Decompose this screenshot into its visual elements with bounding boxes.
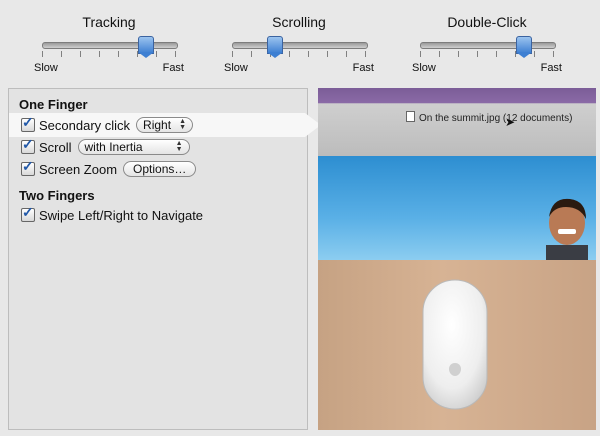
double-click-label: Double-Click bbox=[447, 14, 527, 30]
swipe-checkbox[interactable]: ✓ bbox=[21, 204, 35, 222]
scroll-value: with Inertia bbox=[84, 140, 143, 154]
slider-track[interactable] bbox=[232, 42, 368, 49]
screen-zoom-checkbox[interactable]: ✓ bbox=[21, 158, 35, 176]
person-photo bbox=[546, 198, 588, 261]
slider-track[interactable] bbox=[42, 42, 178, 49]
scrolling-label: Scrolling bbox=[272, 14, 326, 30]
checkmark-icon: ✓ bbox=[22, 114, 34, 130]
secondary-click-popup[interactable]: Right ▲ ▼ bbox=[136, 117, 193, 133]
swipe-row[interactable]: ✓ Swipe Left/Right to Navigate bbox=[21, 204, 204, 225]
double-click-slider[interactable]: Double-Click Slow Fast bbox=[412, 0, 562, 80]
scroll-label: Scroll bbox=[39, 139, 72, 155]
checkmark-icon: ✓ bbox=[22, 204, 34, 220]
document-title-text: On the summit.jpg (12 documents) bbox=[419, 113, 573, 124]
preview-window-titlebar: On the summit.jpg (12 documents) ➤ bbox=[318, 88, 596, 156]
secondary-click-checkbox[interactable]: ✓ bbox=[21, 114, 35, 132]
scrolling-slider[interactable]: Scrolling Slow Fast bbox=[224, 0, 374, 80]
tracking-label: Tracking bbox=[82, 14, 136, 30]
slider-min-label: Slow bbox=[34, 62, 58, 74]
tracking-slider[interactable]: Tracking Slow Fast bbox=[34, 0, 184, 80]
slider-max-label: Fast bbox=[540, 62, 562, 74]
scroll-row[interactable]: ✓ Scroll with Inertia ▲ ▼ bbox=[21, 136, 190, 157]
slider-ticks bbox=[42, 51, 178, 57]
secondary-click-label: Secondary click bbox=[39, 117, 131, 133]
magic-mouse-icon bbox=[422, 279, 488, 410]
secondary-click-value: Right bbox=[143, 118, 172, 132]
secondary-click-row[interactable]: ✓ Secondary click Right ▲ ▼ bbox=[21, 114, 193, 135]
slider-max-label: Fast bbox=[352, 62, 374, 74]
slider-max-label: Fast bbox=[162, 62, 184, 74]
cursor-icon: ➤ bbox=[505, 115, 516, 129]
slider-ticks bbox=[232, 51, 368, 57]
checkmark-icon: ✓ bbox=[22, 158, 34, 174]
popup-arrows-icon: ▲ ▼ bbox=[179, 118, 186, 131]
one-finger-heading: One Finger bbox=[19, 97, 88, 112]
slider-thumb[interactable] bbox=[516, 36, 532, 58]
slider-thumb[interactable] bbox=[267, 36, 283, 58]
popup-arrows-icon: ▲ ▼ bbox=[175, 140, 183, 153]
slider-ticks bbox=[420, 51, 556, 57]
two-fingers-heading: Two Fingers bbox=[19, 188, 95, 203]
screen-zoom-options-button[interactable]: Options… bbox=[123, 161, 197, 177]
document-icon bbox=[406, 111, 415, 122]
slider-min-label: Slow bbox=[412, 62, 436, 74]
swipe-label: Swipe Left/Right to Navigate bbox=[39, 207, 204, 223]
document-title: On the summit.jpg (12 documents) bbox=[406, 111, 572, 124]
screen-zoom-row[interactable]: ✓ Screen Zoom Options… bbox=[21, 158, 197, 179]
scroll-popup[interactable]: with Inertia ▲ ▼ bbox=[77, 139, 190, 155]
slider-track[interactable] bbox=[420, 42, 556, 49]
slider-thumb[interactable] bbox=[138, 36, 154, 58]
gestures-panel: One Finger ✓ Secondary click Right ▲ ▼ ✓ … bbox=[8, 88, 321, 430]
scroll-checkbox[interactable]: ✓ bbox=[21, 136, 35, 154]
gesture-preview: On the summit.jpg (12 documents) ➤ bbox=[318, 88, 596, 430]
slider-min-label: Slow bbox=[224, 62, 248, 74]
checkmark-icon: ✓ bbox=[22, 136, 34, 152]
screen-zoom-label: Screen Zoom bbox=[39, 161, 118, 177]
